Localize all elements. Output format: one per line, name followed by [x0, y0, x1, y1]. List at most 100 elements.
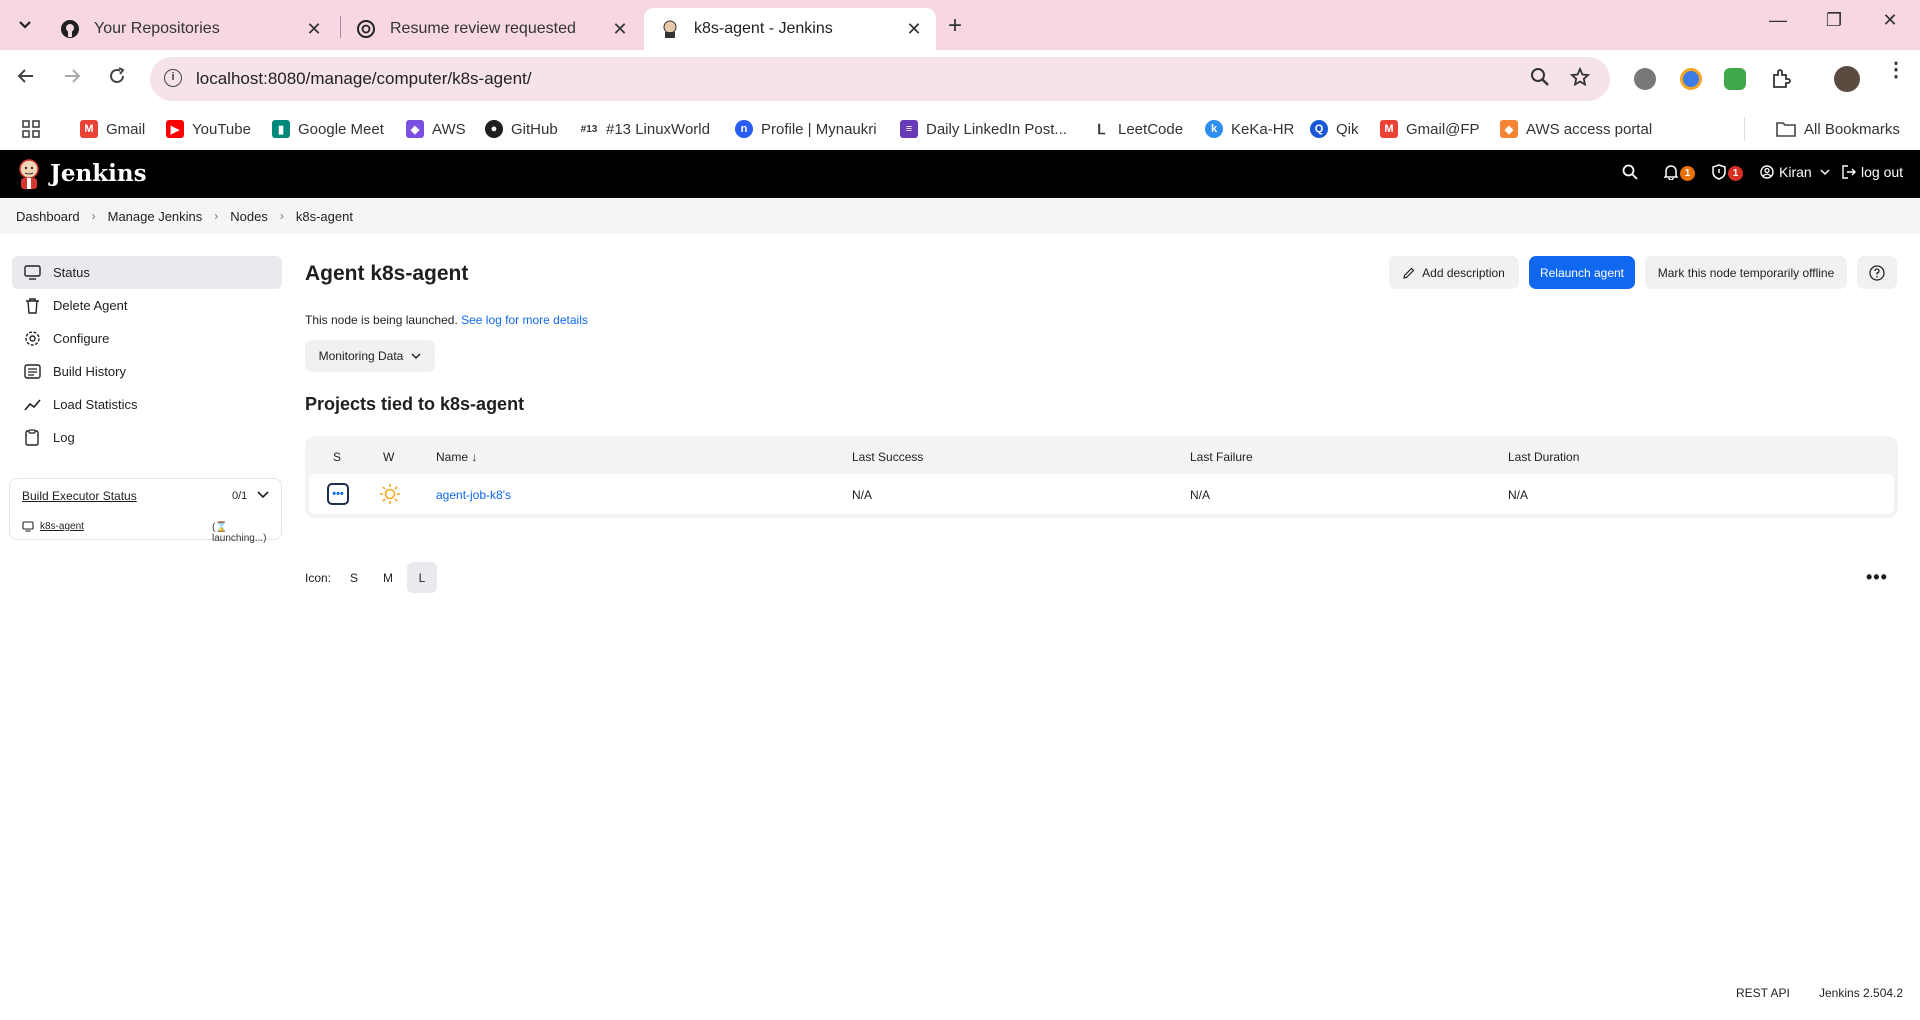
bookmark-label: Gmail	[106, 120, 146, 138]
forward-arrow-icon[interactable]	[62, 66, 82, 92]
bookmark-leetcode[interactable]: ᒪ LeetCode	[1092, 115, 1183, 143]
user-icon	[1760, 165, 1774, 179]
mark-offline-label: Mark this node temporarily offline	[1657, 265, 1835, 280]
folder-icon	[1776, 120, 1796, 138]
sidebar-item-label: Log	[53, 430, 75, 445]
close-window-icon[interactable]: ✕	[1870, 10, 1910, 31]
restore-icon[interactable]: ❐	[1814, 10, 1854, 31]
job-link[interactable]: agent-job-k8's	[436, 488, 511, 502]
user-menu[interactable]: Kiran	[1760, 164, 1830, 180]
monitoring-data-dropdown[interactable]: Monitoring Data	[305, 340, 435, 372]
bookmark-aws[interactable]: ◆ AWS	[406, 115, 466, 143]
bookmark-github[interactable]: ● GitHub	[485, 115, 558, 143]
sidebar-item-log[interactable]: Log	[12, 421, 282, 454]
column-header-last-failure[interactable]: Last Failure	[1190, 450, 1253, 464]
site-info-icon[interactable]: i	[164, 69, 182, 87]
github-icon	[60, 19, 80, 39]
jenkins-icon	[660, 19, 680, 39]
reload-icon[interactable]	[107, 66, 127, 92]
mark-offline-button[interactable]: Mark this node temporarily offline	[1645, 256, 1847, 289]
bookmark-qik[interactable]: Q Qik	[1310, 115, 1359, 143]
breadcrumb-nodes[interactable]: Nodes	[230, 209, 268, 224]
bookmark-star-icon[interactable]	[1569, 66, 1591, 93]
zoom-magnifier-icon[interactable]	[1530, 67, 1550, 93]
address-bar[interactable]: i localhost:8080/manage/computer/k8s-age…	[150, 57, 1610, 101]
help-button[interactable]	[1857, 256, 1897, 289]
back-arrow-icon[interactable]	[16, 66, 36, 92]
close-tab-icon[interactable]: ✕	[608, 19, 632, 40]
all-bookmarks[interactable]: All Bookmarks	[1776, 115, 1900, 143]
sidebar-item-delete-agent[interactable]: Delete Agent	[12, 289, 282, 322]
aws-portal-icon: ◆	[1500, 120, 1518, 138]
new-tab-plus-icon[interactable]: +	[948, 12, 962, 40]
sidebar-item-build-history[interactable]: Build History	[12, 355, 282, 388]
breadcrumb-manage-jenkins[interactable]: Manage Jenkins	[108, 209, 203, 224]
bookmark-google-meet[interactable]: ▮ Google Meet	[272, 115, 384, 143]
linuxworld-icon: #13	[580, 120, 598, 138]
extension-android-icon[interactable]	[1724, 68, 1746, 90]
bookmark-linuxworld[interactable]: #13 #13 LinuxWorld	[580, 115, 710, 143]
security-button[interactable]: 1	[1712, 164, 1743, 183]
bookmark-label: Daily LinkedIn Post...	[926, 120, 1067, 138]
more-options-icon[interactable]: •••	[1866, 567, 1888, 588]
icon-size-medium[interactable]: M	[373, 562, 403, 593]
relaunch-agent-button[interactable]: Relaunch agent	[1529, 256, 1635, 289]
bookmark-aws-portal[interactable]: ◆ AWS access portal	[1500, 115, 1652, 143]
close-tab-icon[interactable]: ✕	[902, 19, 926, 40]
extensions-puzzle-icon[interactable]	[1770, 68, 1792, 96]
sidebar-item-configure[interactable]: Configure	[12, 322, 282, 355]
executor-node-link[interactable]: k8s-agent	[40, 521, 84, 532]
icon-size-small[interactable]: S	[339, 562, 369, 593]
logout-button[interactable]: log out	[1842, 164, 1903, 180]
rest-api-link[interactable]: REST API	[1736, 986, 1790, 1000]
column-header-name[interactable]: Name ↓	[436, 450, 477, 464]
bookmark-label: KeKa-HR	[1231, 120, 1295, 138]
bookmark-label: #13 LinuxWorld	[606, 120, 710, 138]
see-log-link[interactable]: See log for more details	[461, 313, 588, 327]
browser-menu-dots-icon[interactable]: ⋮	[1886, 60, 1906, 80]
extension-chrome-icon[interactable]	[1680, 68, 1702, 90]
address-url[interactable]: localhost:8080/manage/computer/k8s-agent…	[196, 69, 531, 89]
column-header-status[interactable]: S	[333, 450, 341, 464]
chevron-down-icon	[411, 352, 421, 360]
add-description-button[interactable]: Add description	[1389, 256, 1519, 289]
job-name-cell: agent-job-k8's	[436, 488, 511, 502]
minimize-icon[interactable]: —	[1758, 10, 1798, 31]
notifications-button[interactable]: 1	[1663, 164, 1695, 183]
bookmark-gmail-fp[interactable]: M Gmail@FP	[1380, 115, 1480, 143]
bookmark-gmail[interactable]: M Gmail	[80, 115, 145, 143]
close-tab-icon[interactable]: ✕	[302, 19, 326, 40]
tab-your-repositories[interactable]: Your Repositories ✕	[44, 8, 336, 50]
column-header-last-success[interactable]: Last Success	[852, 450, 923, 464]
search-icon[interactable]	[1622, 164, 1638, 180]
user-name: Kiran	[1779, 164, 1812, 180]
sidebar-item-load-statistics[interactable]: Load Statistics	[12, 388, 282, 421]
bookmark-label: Gmail@FP	[1406, 120, 1480, 138]
profile-avatar[interactable]	[1834, 66, 1860, 92]
side-panel: Status Delete Agent Configure Build Hist…	[12, 256, 282, 454]
sidebar-item-status[interactable]: Status	[12, 256, 282, 289]
tab-search-chevron-icon[interactable]	[12, 12, 38, 38]
tab-resume-review[interactable]: Resume review requested ✕	[340, 8, 642, 50]
bookmark-linkedin-post[interactable]: ≡ Daily LinkedIn Post...	[900, 115, 1067, 143]
column-header-weather[interactable]: W	[383, 450, 394, 464]
apps-grid-icon[interactable]	[22, 115, 40, 143]
jenkins-brand[interactable]: Jenkins	[50, 160, 147, 187]
last-duration-cell: N/A	[1508, 488, 1529, 502]
bookmark-mynaukri[interactable]: n Profile | Mynaukri	[735, 115, 877, 143]
jenkins-version[interactable]: Jenkins 2.504.2	[1819, 986, 1903, 1000]
breadcrumb-dashboard[interactable]: Dashboard	[16, 209, 80, 224]
breadcrumb-k8s-agent[interactable]: k8s-agent	[296, 209, 353, 224]
executor-status-title[interactable]: Build Executor Status	[22, 489, 137, 503]
chevron-down-icon[interactable]	[257, 487, 269, 502]
tab-jenkins-active[interactable]: k8s-agent - Jenkins ✕	[644, 8, 936, 50]
pencil-icon	[1403, 267, 1415, 279]
extension-vpn-icon[interactable]	[1634, 68, 1656, 90]
naukri-icon: n	[735, 120, 753, 138]
sidebar-item-label: Load Statistics	[53, 397, 138, 412]
jenkins-logo-icon[interactable]	[14, 158, 44, 190]
bookmark-youtube[interactable]: ▶ YouTube	[166, 115, 251, 143]
bookmark-keka-hr[interactable]: k KeKa-HR	[1205, 115, 1294, 143]
column-header-last-duration[interactable]: Last Duration	[1508, 450, 1579, 464]
icon-size-large[interactable]: L	[407, 562, 438, 593]
